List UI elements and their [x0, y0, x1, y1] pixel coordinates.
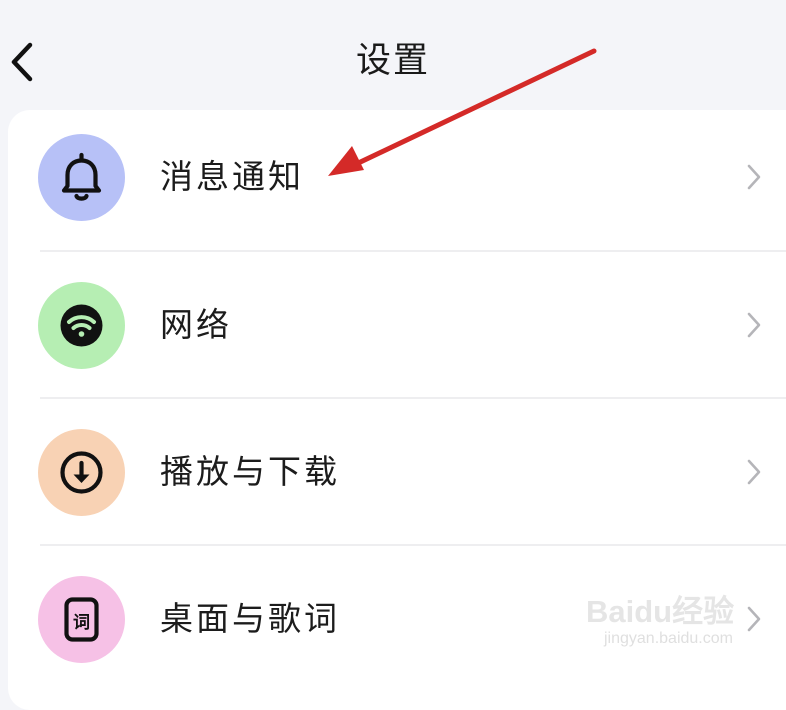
settings-item-network[interactable]: 网络: [8, 258, 786, 406]
settings-item-notifications[interactable]: 消息通知: [8, 110, 786, 258]
settings-item-label: 播放与下载: [160, 452, 340, 491]
desktop-lyrics-icon-badge: 词: [38, 576, 125, 663]
notifications-icon-badge: [38, 134, 125, 221]
wifi-icon: [60, 304, 103, 347]
settings-item-playback-download[interactable]: 播放与下载: [8, 405, 786, 553]
playback-icon-badge: [38, 429, 125, 516]
download-icon: [60, 451, 103, 494]
watermark-url: jingyan.baidu.com: [604, 630, 733, 647]
lyrics-glyph: 词: [73, 613, 90, 633]
settings-item-label: 网络: [160, 305, 232, 344]
divider: [40, 397, 786, 399]
chevron-right-icon: [747, 459, 761, 485]
network-icon-badge: [38, 282, 125, 369]
divider: [40, 250, 786, 252]
watermark-logo: Baidu经验: [586, 594, 735, 629]
chevron-right-icon: [747, 312, 761, 338]
settings-item-label: 消息通知: [160, 157, 304, 196]
watermark: Baidu经验 jingyan.baidu.com: [586, 582, 776, 660]
header: 设置: [0, 0, 786, 112]
chevron-right-icon: [747, 164, 761, 190]
settings-item-label: 桌面与歌词: [160, 599, 340, 638]
bell-icon: [61, 152, 102, 201]
lyrics-widget-icon: 词: [64, 597, 99, 642]
page-title: 设置: [355, 41, 430, 81]
divider: [40, 544, 786, 546]
